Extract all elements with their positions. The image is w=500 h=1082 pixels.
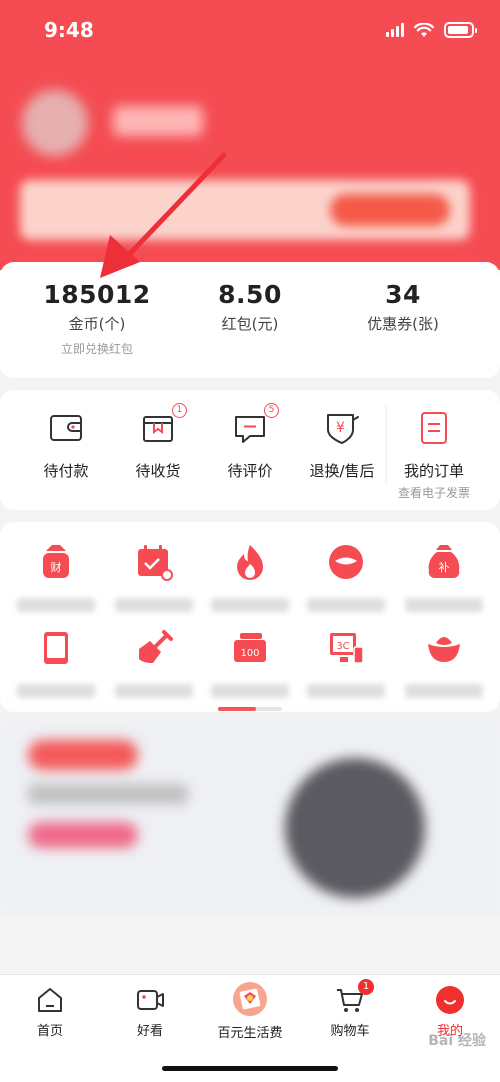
home-indicator (162, 1066, 338, 1071)
service-item[interactable] (104, 542, 204, 612)
member-banner-blurred[interactable] (20, 180, 470, 240)
tablet-icon (44, 632, 68, 664)
order-list-icon (414, 408, 454, 448)
tab-living-allowance-label: 百元生活费 (217, 1026, 283, 1041)
cart-icon: 1 (335, 979, 374, 1015)
service-item[interactable] (104, 628, 204, 698)
order-pending-review-label: 待评价 (227, 462, 273, 480)
svg-text:财: 财 (51, 560, 62, 574)
svg-text:3C: 3C (336, 641, 349, 652)
profile-header-blurred[interactable] (18, 90, 488, 160)
service-label-blurred (211, 684, 289, 698)
username-blurred (113, 106, 203, 136)
services-pager (218, 707, 282, 711)
service-label-blurred (405, 598, 483, 612)
service-label-blurred (115, 598, 193, 612)
assets-card: 185012 金币(个) 立即兑换红包 8.50 红包(元) 34 优惠券(张) (0, 262, 500, 378)
order-refund-aftersale[interactable]: ¥ 退换/售后 (292, 408, 392, 481)
cart-badge: 1 (358, 979, 374, 995)
service-item[interactable]: 3C (296, 628, 396, 698)
tab-living-allowance[interactable]: 百元生活费 (200, 982, 300, 1041)
service-item[interactable]: 补 (394, 542, 494, 612)
service-item[interactable] (200, 542, 300, 612)
red-packet-asset[interactable]: 8.50 红包(元) (167, 280, 333, 334)
package-icon: 1 (138, 403, 187, 448)
pending-review-badge: 5 (264, 403, 279, 418)
cash-100-icon: 100 (234, 633, 266, 662)
red-packet-label: 红包(元) (221, 315, 279, 333)
status-time: 9:48 (44, 18, 94, 42)
coins-asset[interactable]: 185012 金币(个) 立即兑换红包 (14, 280, 180, 357)
tab-home[interactable]: 首页 (0, 985, 100, 1039)
calendar-checkin-icon (138, 545, 173, 581)
coins-label: 金币(个) (68, 315, 126, 333)
service-label-blurred (115, 684, 193, 698)
shovel-icon (139, 630, 173, 663)
service-label-blurred (307, 684, 385, 698)
tab-cart-label: 购物车 (330, 1024, 370, 1039)
order-pending-receipt[interactable]: 1 待收货 (108, 403, 208, 481)
service-label-blurred (405, 684, 483, 698)
flame-icon (237, 545, 263, 580)
service-item[interactable]: 财 (6, 542, 106, 612)
gift-icon (232, 981, 268, 1017)
service-label-blurred (211, 598, 289, 612)
content-filler (0, 918, 500, 974)
view-e-invoice-link[interactable]: 查看电子发票 (384, 484, 484, 501)
service-item[interactable] (296, 542, 396, 612)
orders-divider (385, 405, 389, 485)
service-item[interactable] (6, 628, 106, 698)
comment-icon: 5 (230, 403, 279, 448)
pending-receipt-badge: 1 (172, 403, 187, 418)
money-bag-icon: 财 (43, 545, 69, 578)
all-orders-label: 我的订单 (403, 462, 464, 480)
battery-icon (444, 22, 477, 38)
order-refund-label: 退换/售后 (309, 462, 375, 480)
order-pending-receipt-label: 待收货 (135, 462, 181, 480)
tab-watch-label: 好看 (136, 1024, 163, 1039)
gold-ingot-icon (428, 637, 460, 662)
order-pending-payment-label: 待付款 (43, 462, 89, 480)
wallet-icon (46, 408, 86, 448)
signal-icon (386, 23, 404, 37)
services-grid: 财 补 100 3C (0, 522, 500, 712)
member-banner-button[interactable] (330, 194, 450, 226)
status-icons (386, 22, 477, 38)
redeem-red-packet-link[interactable]: 立即兑换红包 (14, 340, 180, 357)
coins-value: 185012 (43, 280, 151, 309)
wifi-icon (414, 22, 434, 37)
subsidy-bag-icon: 补 (428, 545, 460, 579)
watermark: Bai 经验 (428, 1033, 486, 1049)
coupon-label: 优惠券(张) (367, 315, 439, 333)
coupon-value: 34 (385, 280, 421, 309)
promo-banner-blurred[interactable] (0, 718, 500, 918)
order-all-orders[interactable]: 我的订单 查看电子发票 (384, 408, 484, 501)
tab-watch[interactable]: 好看 (100, 985, 200, 1039)
coupon-asset[interactable]: 34 优惠券(张) (320, 280, 486, 334)
service-label-blurred (17, 598, 95, 612)
orders-card: 待付款 1 待收货 5 待评价 ¥ 退换/售后 我的订单 查看电子发票 (0, 390, 500, 510)
service-item[interactable] (394, 628, 494, 698)
home-icon (35, 985, 65, 1015)
electronics-3c-icon: 3C (330, 633, 364, 664)
video-icon (135, 985, 165, 1015)
coupon-circle-icon (329, 545, 363, 579)
order-pending-payment[interactable]: 待付款 (16, 408, 116, 481)
tab-home-label: 首页 (36, 1024, 63, 1039)
refund-icon: ¥ (322, 408, 362, 448)
avatar[interactable] (22, 90, 88, 156)
red-packet-value: 8.50 (218, 280, 282, 309)
profile-icon (435, 985, 465, 1015)
svg-text:100: 100 (240, 648, 259, 659)
status-bar: 9:48 (0, 0, 500, 62)
service-label-blurred (17, 684, 95, 698)
service-item[interactable]: 100 (200, 628, 300, 698)
tab-cart[interactable]: 1 购物车 (300, 979, 400, 1039)
svg-text:补: 补 (439, 561, 450, 574)
service-label-blurred (307, 598, 385, 612)
order-pending-review[interactable]: 5 待评价 (200, 403, 300, 481)
svg-text:¥: ¥ (336, 420, 345, 436)
